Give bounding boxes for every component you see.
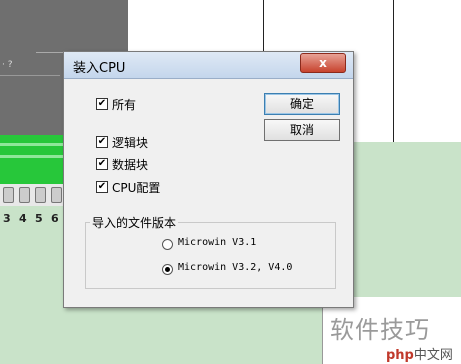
terminal-number: 3 bbox=[3, 212, 11, 225]
plc-terminal-strip bbox=[0, 184, 70, 206]
site-logo: php中文网 bbox=[386, 344, 453, 363]
checkbox-cpu-config[interactable]: ✔ bbox=[96, 181, 108, 193]
load-cpu-dialog: 装入CPU x ✔ 所有 ✔ 逻辑块 ✔ 数据块 ✔ CPU配置 确定 取消 导… bbox=[63, 51, 354, 308]
background-gridline bbox=[393, 0, 394, 142]
file-version-group-title: 导入的文件版本 bbox=[90, 214, 179, 231]
ok-button[interactable]: 确定 bbox=[264, 93, 340, 115]
terminal-number: 4 bbox=[19, 212, 27, 225]
background-divider bbox=[0, 75, 60, 76]
checkbox-all-label: 所有 bbox=[112, 98, 137, 112]
watermark-text: 软件技巧 bbox=[330, 316, 430, 344]
terminal-number: 5 bbox=[35, 212, 43, 225]
radio-microwin-v32-v40[interactable] bbox=[162, 264, 173, 275]
radio-microwin-v31-label: Microwin V3.1 bbox=[178, 237, 257, 248]
dialog-titlebar[interactable]: 装入CPU x bbox=[64, 52, 353, 79]
close-button[interactable]: x bbox=[300, 53, 346, 73]
logo-text: 中文网 bbox=[413, 348, 453, 363]
checkbox-all[interactable]: ✔ bbox=[96, 98, 108, 110]
logo-php: php bbox=[386, 348, 414, 363]
radio-microwin-v31[interactable] bbox=[162, 239, 173, 250]
terminal bbox=[35, 187, 46, 203]
terminal bbox=[3, 187, 14, 203]
cancel-button[interactable]: 取消 bbox=[264, 119, 340, 141]
terminal bbox=[19, 187, 30, 203]
terminal-number: 6 bbox=[51, 212, 59, 225]
checkbox-data-blocks[interactable]: ✔ bbox=[96, 158, 108, 170]
background-frame bbox=[36, 0, 129, 53]
radio-microwin-v32-v40-label: Microwin V3.2, V4.0 bbox=[178, 262, 293, 273]
dialog-title: 装入CPU bbox=[73, 61, 126, 76]
plc-led-row bbox=[0, 143, 70, 146]
terminal bbox=[51, 187, 62, 203]
checkbox-logic-blocks-label: 逻辑块 bbox=[112, 136, 149, 150]
plc-led-row bbox=[0, 155, 70, 158]
checkbox-logic-blocks[interactable]: ✔ bbox=[96, 136, 108, 148]
checkbox-data-blocks-label: 数据块 bbox=[112, 158, 149, 172]
background-label: · ? bbox=[2, 60, 13, 70]
checkbox-cpu-config-label: CPU配置 bbox=[112, 181, 161, 195]
file-version-group bbox=[85, 222, 336, 289]
radio-selected-dot bbox=[165, 267, 170, 272]
